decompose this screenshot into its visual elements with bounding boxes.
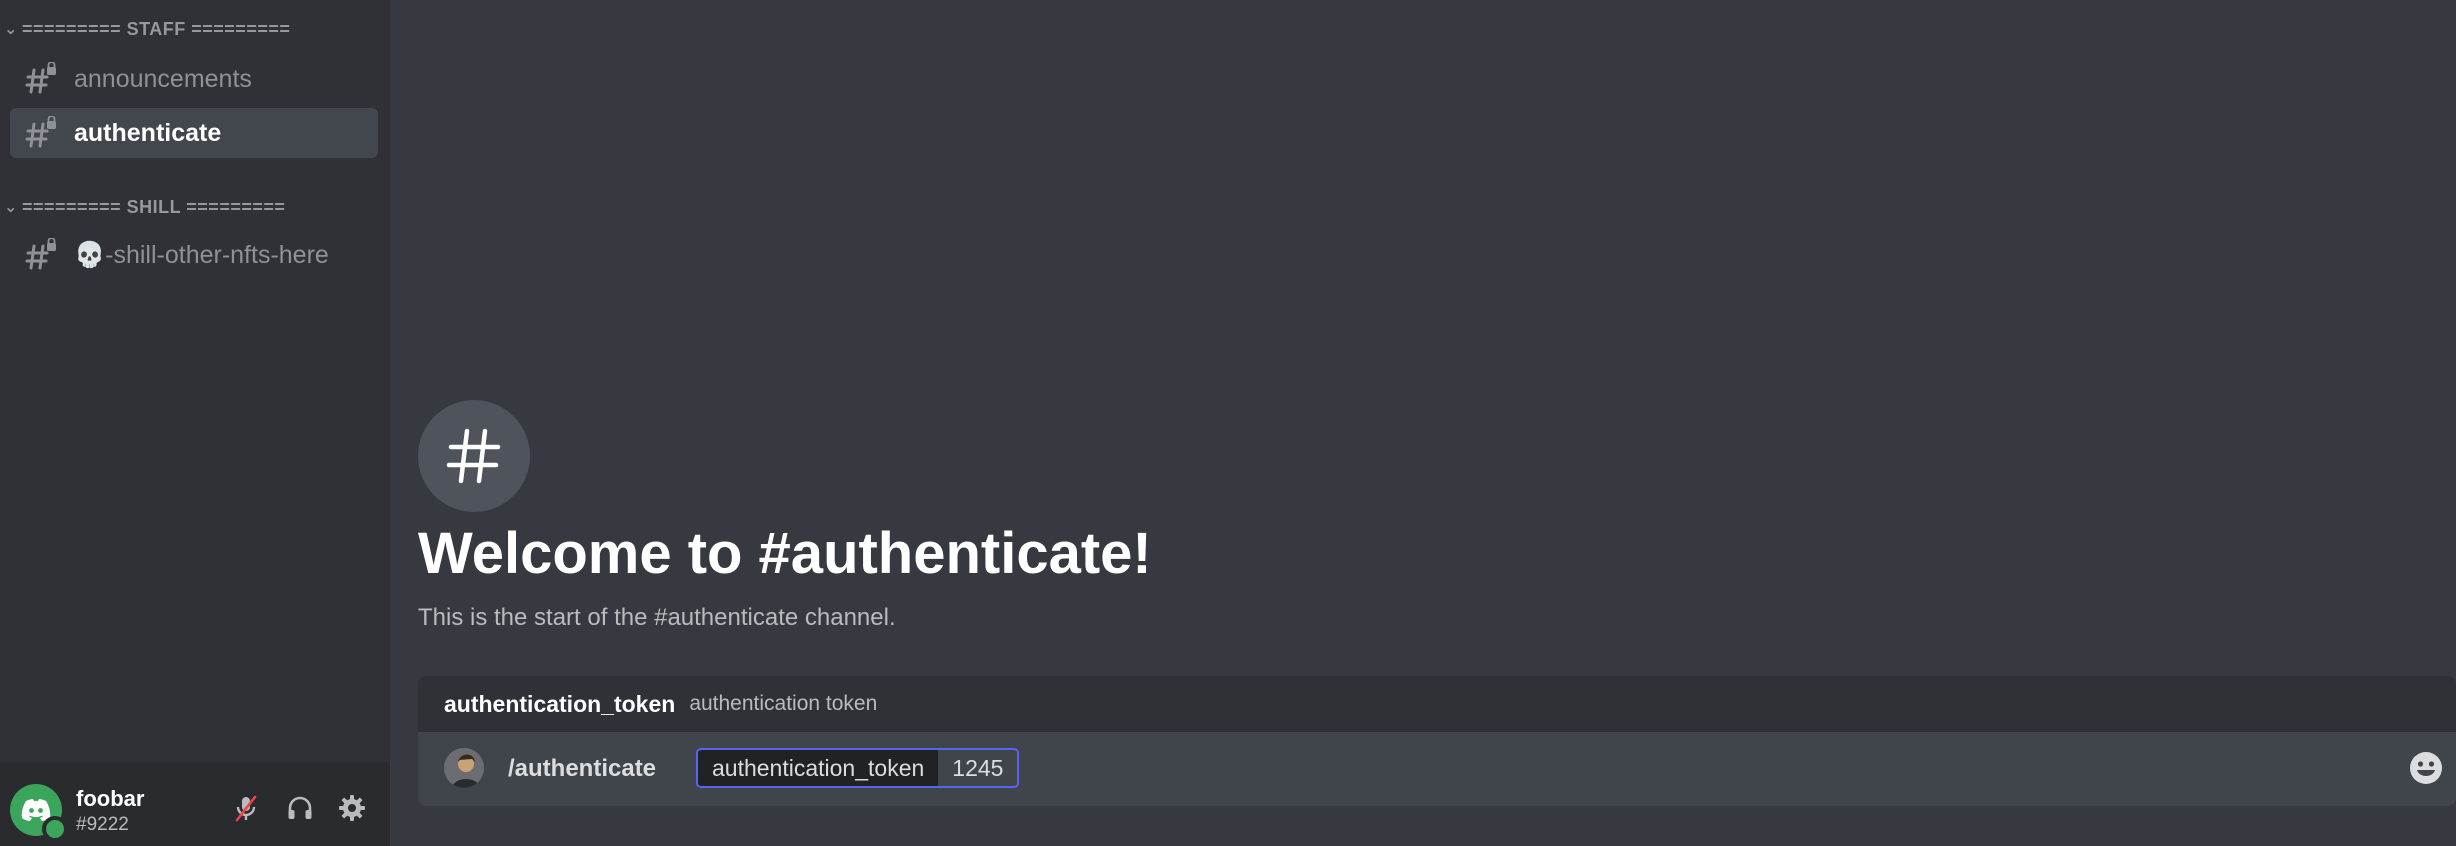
- command-parameter[interactable]: authentication_token 1245: [696, 748, 1020, 788]
- mic-muted-icon: [235, 795, 257, 822]
- emoji-icon: [2410, 752, 2442, 784]
- channel-item-shill[interactable]: 💀-shill-other-nfts-here: [10, 230, 378, 280]
- message-input[interactable]: /authenticate authentication_token 1245: [418, 732, 2456, 806]
- locked-hash-icon: [24, 114, 62, 152]
- option-description: authentication token: [689, 692, 878, 715]
- slash-command-composer: authentication_token authentication toke…: [418, 676, 2456, 806]
- chat-area: Welcome to #authenticate! This is the st…: [390, 0, 2456, 846]
- category-label: ========= STAFF =========: [22, 18, 291, 39]
- locked-hash-icon: [24, 236, 62, 274]
- welcome-title: Welcome to #authenticate!: [418, 521, 1152, 586]
- chevron-down-icon: ⌄: [4, 199, 18, 216]
- command-option-hint: authentication_token authentication toke…: [418, 676, 2456, 732]
- option-name: authentication_token: [444, 690, 676, 717]
- emoji-button[interactable]: [2406, 748, 2446, 788]
- channel-item-announcements[interactable]: announcements: [10, 54, 378, 104]
- username: foobar: [76, 786, 145, 811]
- parameter-value[interactable]: 1245: [938, 750, 1018, 786]
- channel-sidebar: ⌄ ========= STAFF ========= announcement…: [0, 0, 390, 846]
- category-shill[interactable]: ⌄ ========= SHILL =========: [0, 192, 285, 222]
- user-tag: #9222: [76, 814, 129, 835]
- channel-name: announcements: [74, 64, 252, 93]
- parameter-label: authentication_token: [698, 750, 939, 786]
- headphones-icon: [288, 796, 312, 819]
- command-name: /authenticate: [508, 755, 657, 782]
- channel-item-authenticate[interactable]: authenticate: [10, 108, 378, 158]
- category-label: ========= SHILL =========: [22, 196, 286, 217]
- channel-name: authenticate: [74, 118, 222, 147]
- bot-avatar: [444, 748, 484, 788]
- chevron-down-icon: ⌄: [4, 21, 18, 38]
- user-settings-button[interactable]: [334, 790, 370, 826]
- status-online-indicator: [42, 816, 68, 842]
- mute-button[interactable]: [228, 790, 264, 826]
- channel-hash-icon: [418, 400, 530, 512]
- category-staff[interactable]: ⌄ ========= STAFF =========: [0, 14, 290, 44]
- locked-hash-icon: [24, 60, 62, 98]
- channel-name: 💀-shill-other-nfts-here: [74, 240, 329, 269]
- deafen-button[interactable]: [282, 790, 318, 826]
- gear-icon: [339, 795, 365, 821]
- welcome-subtitle: This is the start of the #authenticate c…: [418, 604, 896, 631]
- user-panel: foobar #9222: [0, 762, 390, 846]
